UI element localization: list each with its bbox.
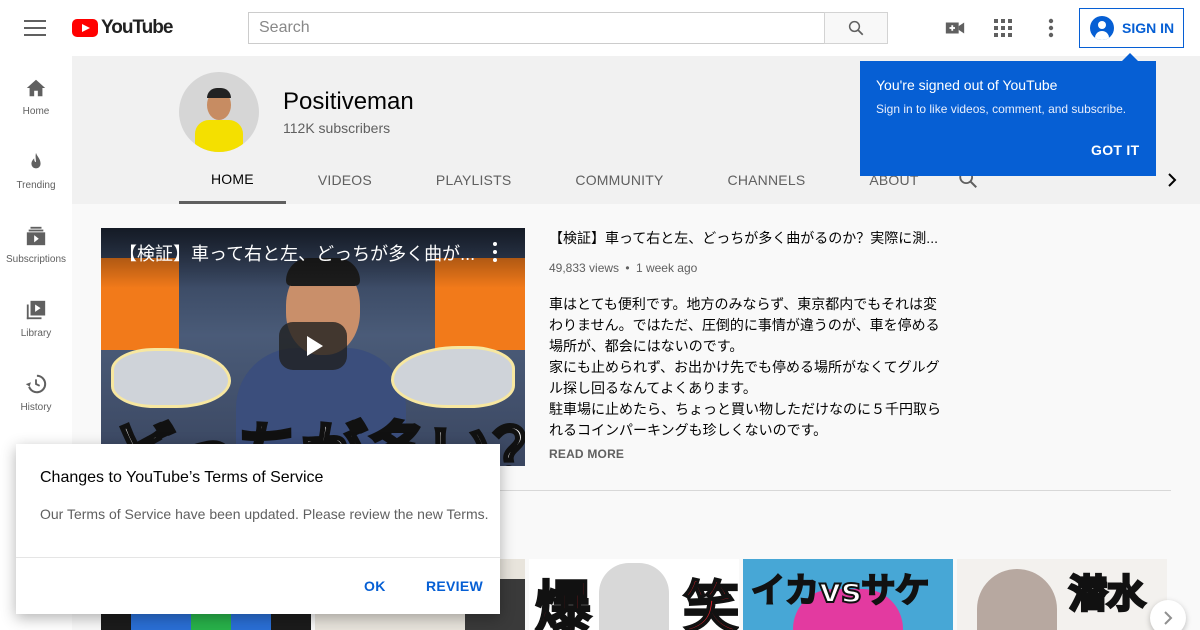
search-button[interactable]: [824, 12, 888, 44]
menu-icon[interactable]: [24, 18, 46, 38]
play-button[interactable]: [279, 322, 347, 370]
top-bar: YouTube SIGN IN: [0, 0, 1200, 56]
dialog-divider: [16, 557, 500, 558]
ok-button[interactable]: OK: [364, 578, 386, 594]
tab-community[interactable]: COMMUNITY: [543, 156, 695, 204]
library-icon: [24, 298, 48, 322]
flame-icon: [24, 150, 48, 174]
chevron-right-icon[interactable]: [1162, 168, 1182, 197]
shelf-video-thumbnail[interactable]: 爆笑: [529, 559, 739, 630]
more-vert-icon[interactable]: [1039, 16, 1063, 40]
read-more-link[interactable]: READ MORE: [549, 447, 624, 461]
shelf-video-thumbnail[interactable]: 潜水: [957, 559, 1167, 630]
featured-video-title[interactable]: 【検証】車って右と左、どっちが多く曲がるのか？実際に測...: [549, 228, 949, 248]
thumbnail-caption: 爆笑: [534, 575, 739, 630]
thumbnail-caption: 潜水: [1067, 571, 1146, 618]
youtube-play-icon: [72, 19, 98, 37]
history-icon: [24, 372, 48, 396]
sidebar-item-label: Library: [20, 328, 52, 339]
youtube-logo[interactable]: YouTube: [72, 17, 173, 39]
featured-video-meta: 49,833 views • 1 week ago: [549, 261, 697, 275]
shelf-next-button[interactable]: [1150, 600, 1186, 630]
player-overlay-title[interactable]: 【検証】車って右と左、どっちが多く曲が...: [119, 240, 479, 266]
terms-dialog: Changes to YouTube’s Terms of Service Ou…: [16, 444, 500, 614]
sidebar-item-label: Subscriptions: [5, 254, 67, 265]
sidebar-item-subscriptions[interactable]: Subscriptions: [0, 204, 72, 278]
search-icon: [848, 20, 864, 36]
featured-video-description: 車はとても便利です。地方のみならず、東京都内でもそれは変わりません。ではただ、圧…: [549, 294, 944, 441]
home-icon: [24, 76, 48, 100]
description-paragraph: 車はとても便利です。地方のみならず、東京都内でもそれは変わりません。ではただ、圧…: [549, 296, 940, 354]
sign-in-label: SIGN IN: [1122, 20, 1175, 36]
description-paragraph: 駐車場に止めたら、ちょっと買い物しただけなのに５千円取られるコインパーキングも珍…: [549, 401, 941, 438]
shelf-video-thumbnail[interactable]: イカvsサケ: [743, 559, 953, 630]
tab-videos[interactable]: VIDEOS: [286, 156, 404, 204]
sign-in-button[interactable]: SIGN IN: [1079, 8, 1184, 48]
create-video-icon[interactable]: [943, 16, 967, 40]
channel-avatar[interactable]: [179, 72, 259, 152]
sidebar-item-label: History: [20, 402, 52, 413]
search-bar: [248, 12, 888, 44]
apps-icon[interactable]: [991, 16, 1015, 40]
sidebar-item-label: Home: [22, 106, 50, 117]
sidebar-item-library[interactable]: Library: [0, 278, 72, 352]
channel-tabs: HOME VIDEOS PLAYLISTS COMMUNITY CHANNELS…: [179, 156, 951, 204]
sidebar-item-label: Trending: [16, 180, 56, 191]
featured-video-player[interactable]: どっちが多い？ 【検証】車って右と左、どっちが多く曲が...: [101, 228, 525, 466]
tab-channels[interactable]: CHANNELS: [696, 156, 838, 204]
tab-playlists[interactable]: PLAYLISTS: [404, 156, 543, 204]
signed-out-subtitle: Sign in to like videos, comment, and sub…: [876, 102, 1127, 116]
meta-separator: •: [625, 261, 630, 275]
review-button[interactable]: REVIEW: [426, 578, 483, 594]
terms-dialog-title: Changes to YouTube’s Terms of Service: [40, 469, 324, 486]
sidebar-item-home[interactable]: Home: [0, 56, 72, 130]
sidebar-item-trending[interactable]: Trending: [0, 130, 72, 204]
chevron-right-icon: [1164, 611, 1173, 625]
got-it-button[interactable]: GOT IT: [1091, 142, 1139, 158]
tab-home[interactable]: HOME: [179, 156, 286, 204]
channel-name: Positiveman: [283, 88, 414, 115]
subscriptions-icon: [24, 224, 48, 248]
terms-dialog-body: Our Terms of Service have been updated. …: [40, 506, 489, 522]
logo-text: YouTube: [101, 17, 173, 38]
thumbnail-caption: イカvsサケ: [750, 570, 930, 612]
account-icon: [1090, 16, 1114, 40]
upload-age: 1 week ago: [635, 261, 698, 275]
more-vert-icon[interactable]: [491, 242, 499, 262]
subscriber-count: 112K subscribers: [283, 120, 391, 136]
signed-out-popup: You're signed out of YouTube Sign in to …: [860, 53, 1156, 176]
signed-out-title: You're signed out of YouTube: [876, 77, 1058, 93]
sidebar-item-history[interactable]: History: [0, 352, 72, 426]
search-input[interactable]: [248, 12, 824, 44]
description-paragraph: 家にも止められず、お出かけ先でも停める場所がなくてグルグル探し回るなんてよくあり…: [549, 359, 940, 396]
view-count: 49,833 views: [549, 261, 620, 275]
